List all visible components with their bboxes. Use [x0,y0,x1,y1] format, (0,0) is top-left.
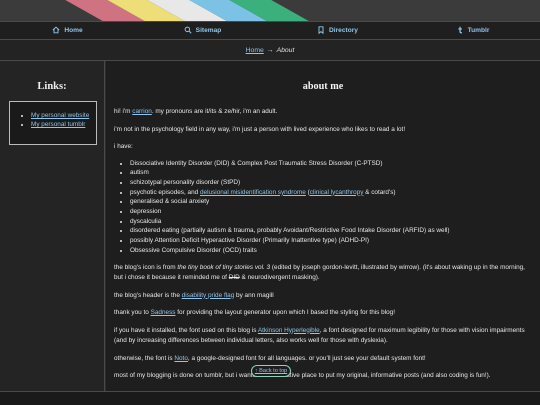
home-icon [52,26,60,36]
header-paragraph: the blog's header is the disability prid… [114,291,274,299]
nav-home-label: Home [64,27,83,34]
list-item: Dissociative Identity Disorder (DID) & C… [130,159,532,169]
breadcrumb: Home → About [0,40,540,61]
tumblr-paragraph: most of my blogging is done on tumblr, b… [114,372,491,380]
list-item: My personal tumblr [31,121,96,128]
intro-paragraph: hi! i'm carrion. my pronouns are it/its … [114,108,278,115]
list-item: Obsessive Compulsive Disorder (OCD) trai… [130,246,532,256]
list-item: generalised & social anxiety [130,197,532,207]
list-item: My personal website [31,112,96,119]
footer-bar [0,391,540,405]
breadcrumb-home-link[interactable]: Home [246,47,264,54]
list-item: depression [130,207,532,217]
i-have-paragraph: i have: [114,143,133,150]
header-flag-banner [0,0,540,21]
list-item: possibly Attention Deficit Hyperactive D… [130,236,532,246]
field-paragraph: i'm not in the psychology field in any w… [114,125,406,133]
nav-tumblr-label: Tumblr [467,27,490,34]
main-content: about me hi! i'm carrion. my pronouns ar… [106,61,540,391]
nav-home[interactable]: Home [0,22,135,39]
list-item: dyscalculia [130,217,532,227]
thanks-paragraph: thank you to Sadness for providing the l… [114,309,396,317]
search-icon [184,26,192,36]
conditions-list: Dissociative Identity Disorder (DID) & C… [114,159,532,256]
nav-directory[interactable]: Directory [270,22,405,39]
nav-sitemap[interactable]: Sitemap [135,22,270,39]
sidebar-title: Links: [37,81,67,92]
nav-sitemap-label: Sitemap [195,27,222,34]
clinical-lycanthropy-link[interactable]: clinical lycanthropy [310,189,364,196]
noto-link[interactable]: Noto [174,355,188,362]
personal-tumblr-link[interactable]: My personal tumblr [31,121,85,128]
sadness-link[interactable]: Sadness [151,309,176,316]
list-item: psychotic episodes, and delusional misid… [130,188,532,198]
list-item: schizotypal personality disorder (StPD) [130,178,532,188]
sidebar-links-box: My personal website My personal tumblr [9,101,97,145]
nav-tumblr[interactable]: Tumblr [405,22,540,39]
breadcrumb-current: About [276,46,295,54]
font-paragraph: if you have it installed, the font used … [114,326,525,345]
list-item: autism [130,168,532,178]
tumblr-icon [456,26,464,36]
noto-paragraph: otherwise, the font is Noto, a google-de… [114,354,426,362]
disability-pride-flag-link[interactable]: disability pride flag [182,292,235,299]
icon-paragraph: the blog's icon is from the tiny book of… [114,263,525,282]
nav-directory-label: Directory [329,27,358,34]
back-to-top-button[interactable]: ↑ Back to top [251,365,291,377]
list-item: disordered eating (partially autism & tr… [130,226,532,236]
delusional-misidentification-link[interactable]: delusional misidentification syndrome [200,189,306,196]
personal-website-link[interactable]: My personal website [31,112,89,119]
breadcrumb-separator: → [266,46,274,54]
carrion-link[interactable]: carrion [132,108,152,115]
bookmark-icon [317,25,325,36]
book-title: the tiny book of tiny stories vol. 3 [177,263,271,271]
page-title: about me [302,81,344,92]
top-nav: Home Sitemap Directory Tumblr [0,21,540,40]
atkinson-hyperlegible-link[interactable]: Atkinson Hyperlegible [258,327,320,334]
